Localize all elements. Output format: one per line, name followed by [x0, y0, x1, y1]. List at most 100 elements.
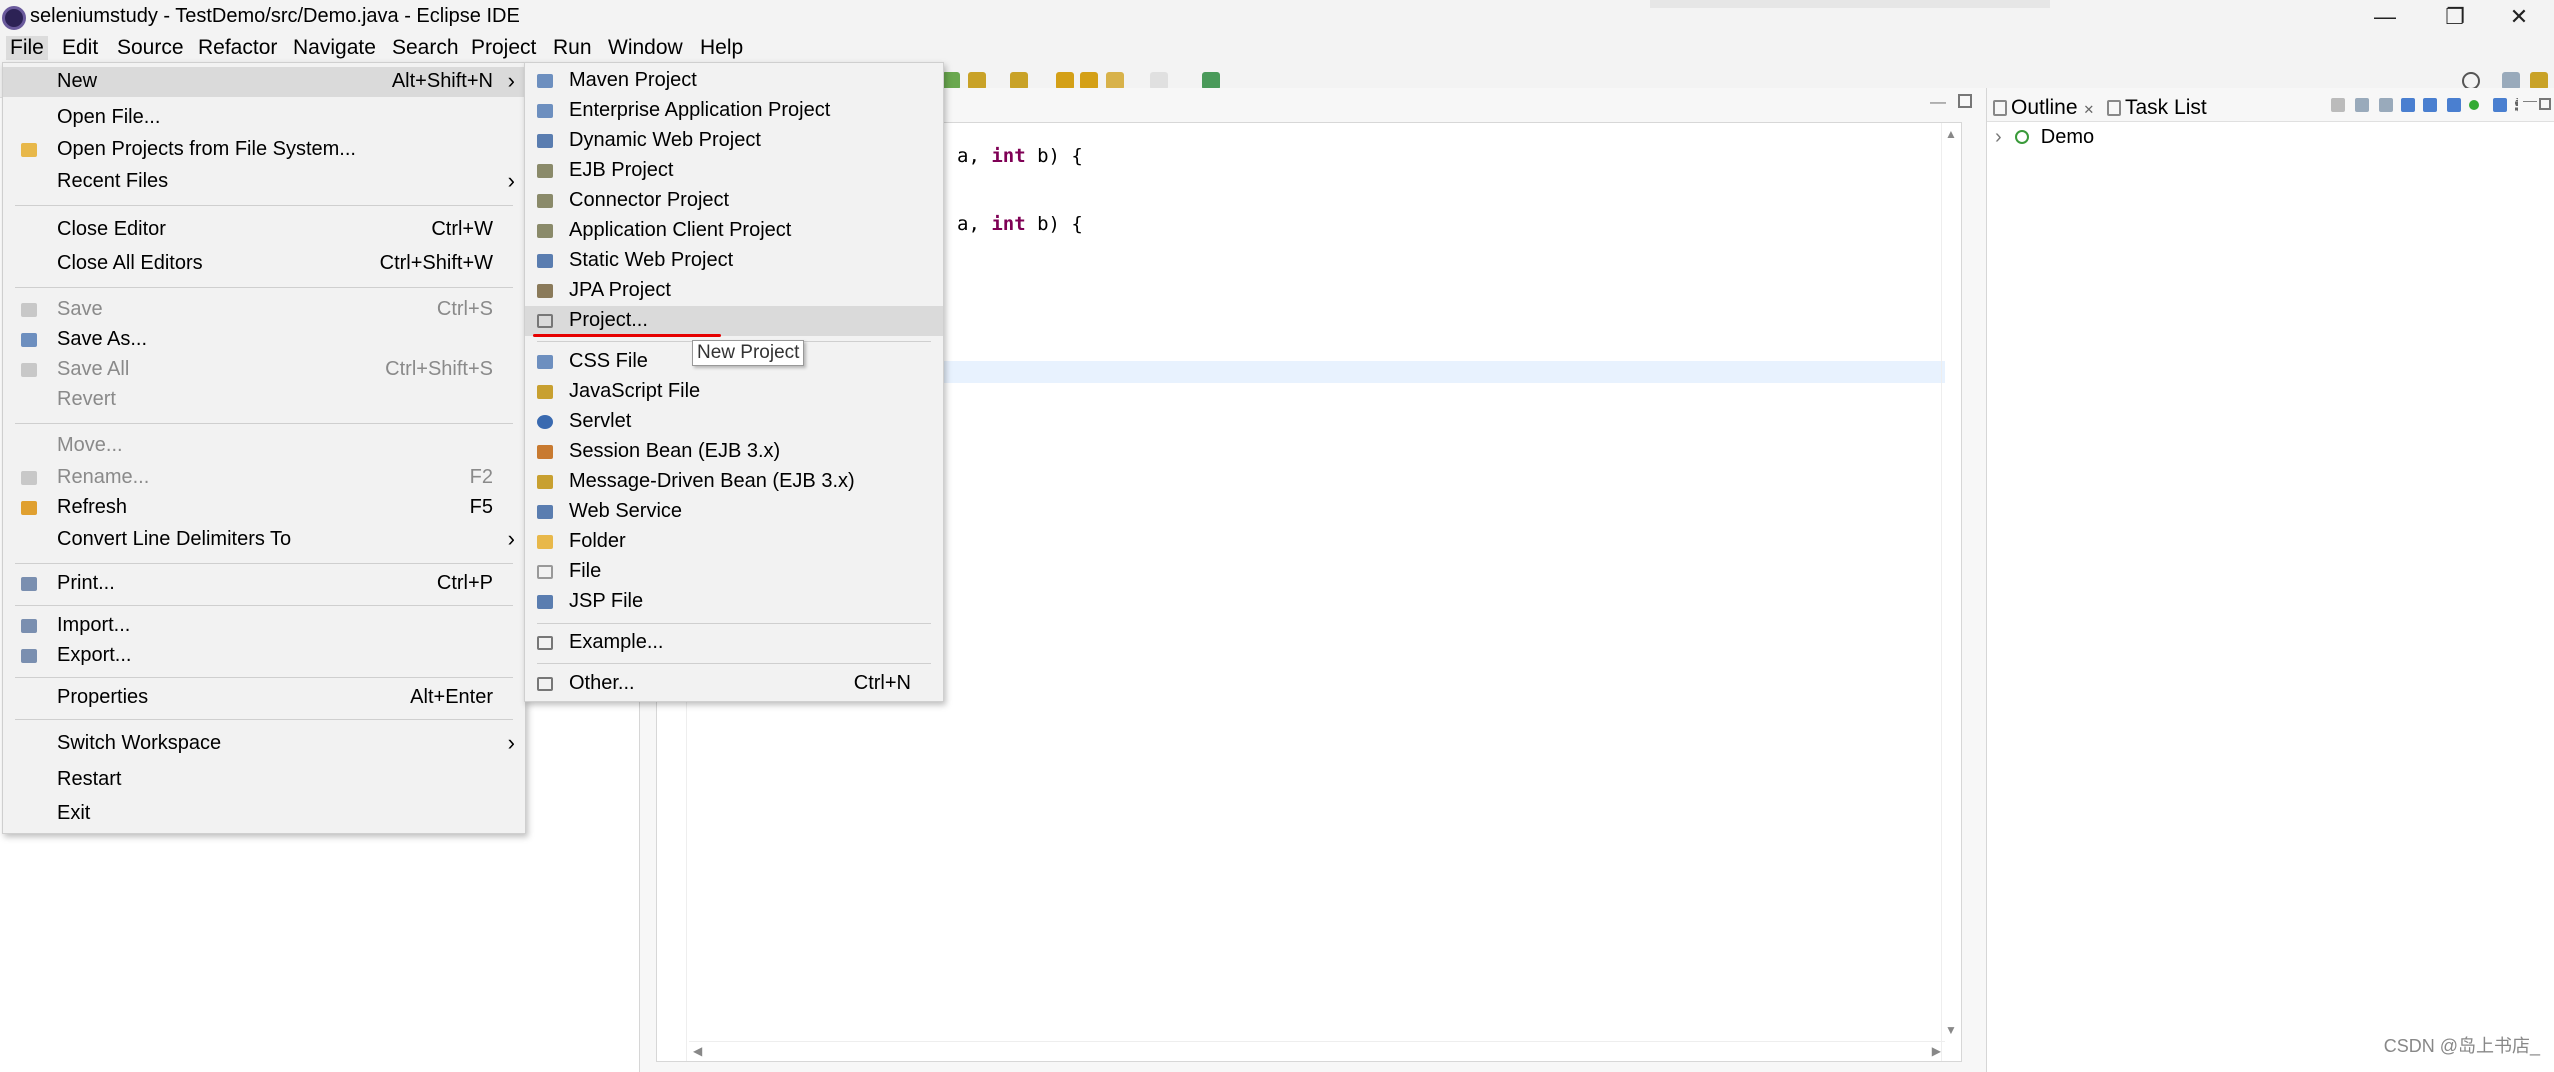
project-icon [537, 314, 553, 328]
watermark: CSDN @岛上书店_ [2383, 1036, 2540, 1056]
hide-fields-icon[interactable] [2401, 98, 2415, 112]
menu-source[interactable]: Source [117, 36, 184, 60]
minimize-outline-icon[interactable]: — [2523, 92, 2537, 108]
menu-project[interactable]: Project [471, 36, 536, 60]
collapse-all-icon[interactable] [2355, 98, 2369, 112]
refresh-icon [21, 501, 37, 515]
maximize-outline-icon[interactable] [2539, 98, 2551, 110]
menu-item-jsp-file[interactable]: JSP File [525, 587, 943, 617]
tab-task-list[interactable]: Task List [2107, 96, 2207, 120]
menu-item-close-all-editors[interactable]: Close All Editors Ctrl+Shift+W [3, 249, 525, 279]
red-underline-annotation [533, 334, 721, 337]
editor-horizontal-scrollbar[interactable]: ◀ ▶ [689, 1041, 1945, 1061]
menu-separator [537, 663, 931, 664]
restore-button[interactable]: ❐ [2420, 0, 2490, 34]
menu-item-jpa-project[interactable]: JPA Project [525, 276, 943, 306]
minimize-button[interactable]: — [2350, 0, 2420, 34]
menu-item-application-client-project[interactable]: Application Client Project [525, 216, 943, 246]
code-line-2[interactable]: a, int b) { [957, 213, 1083, 235]
sort-icon[interactable] [2379, 98, 2393, 112]
menu-item-restart[interactable]: Restart [3, 765, 525, 795]
maximize-editor-icon[interactable] [1958, 94, 1972, 108]
menu-edit[interactable]: Edit [62, 36, 98, 60]
menu-item-close-editor[interactable]: Close Editor Ctrl+W [3, 215, 525, 245]
editor-vertical-scrollbar[interactable]: ▲ ▼ [1941, 123, 1961, 1061]
menu-item-recent-files[interactable]: Recent Files › [3, 167, 525, 197]
menu-item-print[interactable]: Print... Ctrl+P [3, 569, 525, 599]
menu-item-maven-project[interactable]: Maven Project [525, 66, 943, 96]
save-all-icon [21, 363, 37, 377]
hide-local-types-icon[interactable] [2469, 100, 2479, 110]
scroll-left-icon[interactable]: ◀ [693, 1044, 702, 1058]
menu-item-connector-project[interactable]: Connector Project [525, 186, 943, 216]
minimize-editor-icon[interactable]: — [1930, 94, 1946, 112]
task-list-icon [2107, 100, 2121, 116]
close-button[interactable]: ✕ [2484, 0, 2554, 34]
menu-item-exit[interactable]: Exit [3, 799, 525, 829]
menu-item-open-projects[interactable]: Open Projects from File System... [3, 135, 525, 165]
close-outline-icon[interactable]: ✕ [2083, 102, 2094, 117]
code-line-1[interactable]: a, int b) { [957, 145, 1083, 167]
menu-separator [15, 287, 513, 288]
menu-separator [15, 677, 513, 678]
menu-search[interactable]: Search [392, 36, 459, 60]
menu-item-servlet[interactable]: Servlet [525, 407, 943, 437]
menu-item-dynamic-web-project[interactable]: Dynamic Web Project [525, 126, 943, 156]
menu-item-new[interactable]: New Alt+Shift+N › [3, 67, 525, 97]
scroll-right-icon[interactable]: ▶ [1932, 1044, 1941, 1058]
client-project-icon [537, 224, 553, 238]
menu-item-refresh[interactable]: Refresh F5 [3, 493, 525, 523]
menu-item-static-web-project[interactable]: Static Web Project [525, 246, 943, 276]
menu-item-export[interactable]: Export... [3, 641, 525, 671]
menu-item-message-driven-bean[interactable]: Message-Driven Bean (EJB 3.x) [525, 467, 943, 497]
folder-icon [21, 143, 37, 157]
static-web-project-icon [537, 254, 553, 268]
menu-item-session-bean[interactable]: Session Bean (EJB 3.x) [525, 437, 943, 467]
tab-outline[interactable]: Outline ✕ [1993, 96, 2094, 120]
menu-item-file[interactable]: File [525, 557, 943, 587]
menu-item-properties[interactable]: Properties Alt+Enter [3, 683, 525, 713]
view-menu-icon[interactable] [2515, 98, 2519, 112]
menu-item-web-service[interactable]: Web Service [525, 497, 943, 527]
link-editor-icon[interactable] [2493, 98, 2507, 112]
menu-item-open-file[interactable]: Open File... [3, 103, 525, 133]
submenu-arrow-icon: › [507, 68, 515, 93]
menu-item-rename: Rename... F2 [3, 463, 525, 493]
menu-item-enterprise-application-project[interactable]: Enterprise Application Project [525, 96, 943, 126]
menu-refactor[interactable]: Refactor [198, 36, 277, 60]
menu-item-switch-workspace[interactable]: Switch Workspace › [3, 729, 525, 759]
scroll-up-icon[interactable]: ▲ [1945, 127, 1957, 141]
scroll-down-icon[interactable]: ▼ [1945, 1023, 1957, 1037]
menu-item-example[interactable]: Example... [525, 628, 943, 658]
menu-navigate[interactable]: Navigate [293, 36, 376, 60]
menu-item-save-as[interactable]: Save As... [3, 325, 525, 355]
menu-item-folder[interactable]: Folder [525, 527, 943, 557]
submenu-arrow-icon: › [507, 526, 515, 551]
expand-arrow-icon[interactable]: › [1995, 126, 2002, 148]
menu-item-save: Save Ctrl+S [3, 295, 525, 325]
menu-run[interactable]: Run [553, 36, 592, 60]
menu-item-convert-line-delimiters[interactable]: Convert Line Delimiters To › [3, 525, 525, 555]
menu-separator [15, 605, 513, 606]
hide-static-icon[interactable] [2423, 98, 2437, 112]
menu-item-other[interactable]: Other... Ctrl+N [525, 669, 943, 699]
menu-item-project[interactable]: Project... [525, 306, 943, 336]
menu-item-ejb-project[interactable]: EJB Project [525, 156, 943, 186]
menu-separator [15, 205, 513, 206]
menu-separator [15, 563, 513, 564]
menu-separator [15, 423, 513, 424]
hide-nonpublic-icon[interactable] [2447, 98, 2461, 112]
outline-view: Outline ✕ Task List — › Demo [1986, 88, 2554, 1072]
outline-tree-item[interactable]: › Demo [1995, 126, 2094, 149]
ejb-project-icon [537, 164, 553, 178]
menu-item-javascript-file[interactable]: JavaScript File [525, 377, 943, 407]
menu-item-import[interactable]: Import... [3, 611, 525, 641]
focus-icon[interactable] [2331, 98, 2345, 112]
menu-window[interactable]: Window [608, 36, 683, 60]
rename-icon [21, 471, 37, 485]
jpa-project-icon [537, 284, 553, 298]
menu-item-save-all: Save All Ctrl+Shift+S [3, 355, 525, 385]
menu-help[interactable]: Help [700, 36, 743, 60]
menu-file[interactable]: File [6, 36, 48, 60]
eclipse-logo-icon [2, 6, 26, 30]
